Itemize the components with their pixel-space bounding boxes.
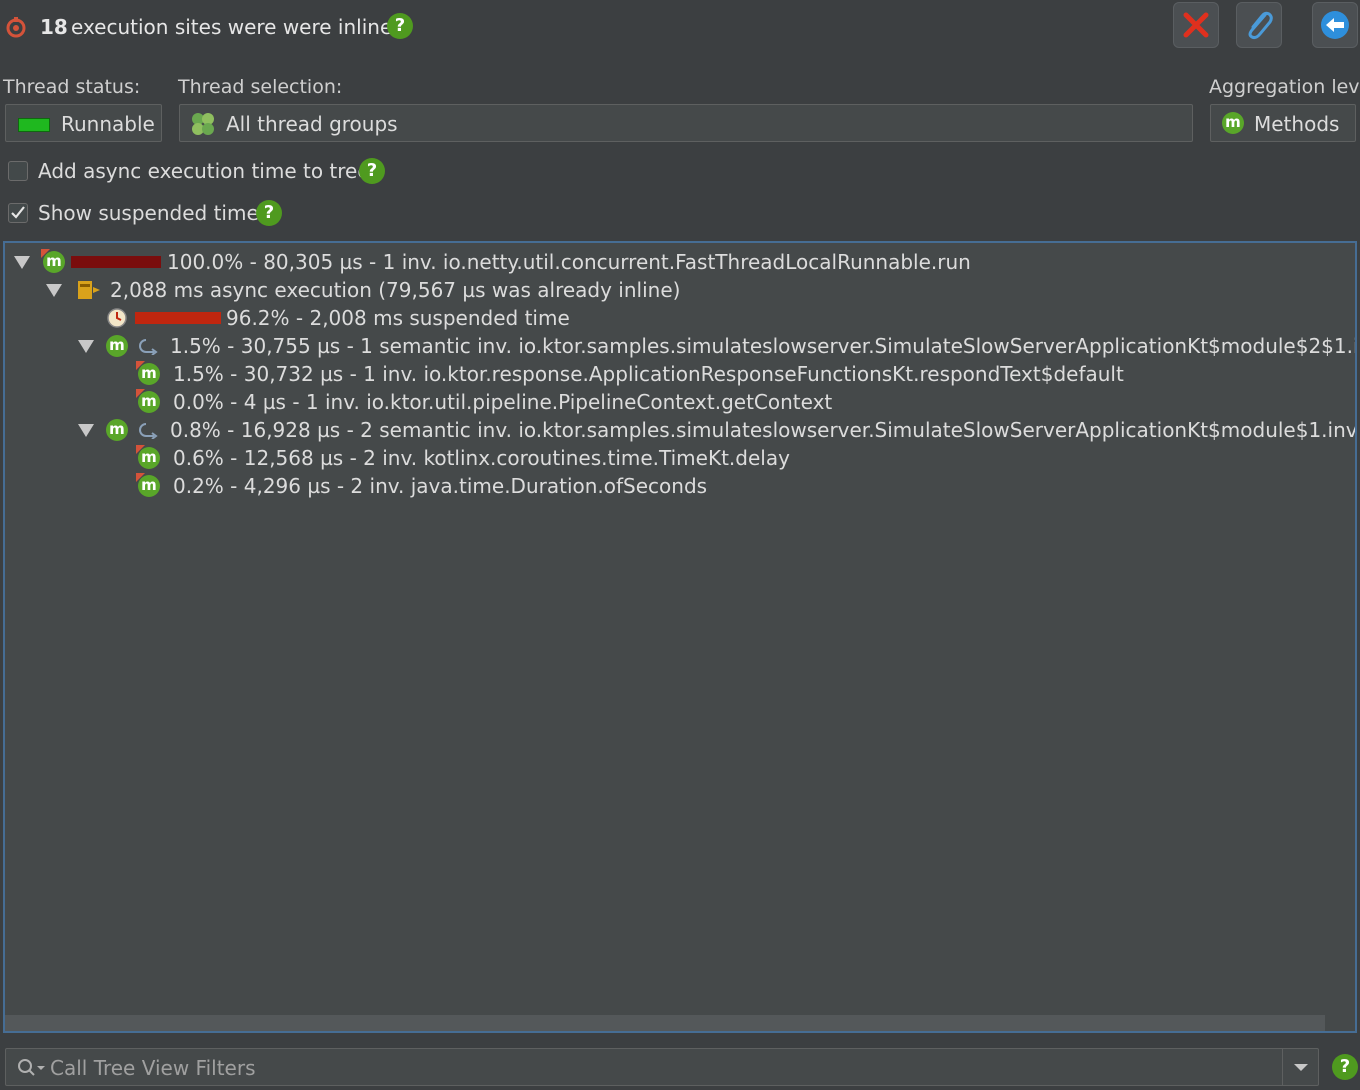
checkmark-icon <box>11 206 25 219</box>
percentage-bar <box>71 256 161 268</box>
runnable-status-icon <box>18 118 50 132</box>
aggregation-level-combo[interactable]: m Methods <box>1210 104 1356 142</box>
help-icon[interactable]: ? <box>387 13 413 39</box>
tree-row-label: 96.2% - 2,008 ms suspended time <box>226 306 570 330</box>
paperclip-icon <box>1248 11 1273 40</box>
back-arrow-icon <box>1321 11 1349 39</box>
percentage-bar <box>135 312 221 324</box>
tree-row-label: 1.5% - 30,732 µs - 1 inv. io.ktor.respon… <box>173 362 1124 386</box>
thread-status-combo[interactable]: Runnable <box>5 104 162 142</box>
method-icon: m <box>136 361 160 385</box>
tree-row-label: 0.0% - 4 µs - 1 inv. io.ktor.util.pipeli… <box>173 390 833 414</box>
tree-row-suspended[interactable]: 96.2% - 2,008 ms suspended time <box>5 304 1355 332</box>
tree-row-label: 2,088 ms async execution (79,567 µs was … <box>110 278 681 302</box>
filter-dropdown-button[interactable] <box>1282 1049 1319 1085</box>
semantic-call-icon <box>139 423 158 439</box>
inlined-message: execution sites were were inlined <box>71 15 405 39</box>
method-icon: m <box>136 473 160 497</box>
tree-row-label: 0.8% - 16,928 µs - 2 semantic inv. io.kt… <box>170 418 1357 442</box>
method-icon: m <box>1222 112 1244 134</box>
attach-button[interactable] <box>1236 2 1282 48</box>
expand-toggle-icon[interactable] <box>78 424 94 437</box>
async-checkbox-label[interactable]: Add async execution time to tree <box>38 159 370 183</box>
aggregation-level-label: Aggregation level: <box>1209 76 1360 98</box>
tree-row-method[interactable]: m 0.6% - 12,568 µs - 2 inv. kotlinx.coro… <box>5 444 1355 472</box>
thread-status-label: Thread status: <box>3 76 141 98</box>
expand-toggle-icon[interactable] <box>46 284 62 297</box>
hotspot-icon <box>5 16 27 38</box>
aggregation-level-value: Methods <box>1254 112 1340 136</box>
tree-row-label: 1.5% - 30,755 µs - 1 semantic inv. io.kt… <box>170 334 1357 358</box>
tree-row-root[interactable]: m 100.0% - 80,305 µs - 1 inv. io.netty.u… <box>5 248 1355 276</box>
call-tree[interactable]: m 100.0% - 80,305 µs - 1 inv. io.netty.u… <box>3 241 1357 1033</box>
back-button[interactable] <box>1312 2 1358 48</box>
search-input[interactable] <box>48 1053 1232 1083</box>
search-icon <box>18 1059 45 1076</box>
thread-selection-label: Thread selection: <box>178 76 343 98</box>
filter-help-icon[interactable]: ? <box>1332 1054 1358 1080</box>
expand-toggle-icon[interactable] <box>78 340 94 353</box>
inlined-count: 18 <box>40 15 68 39</box>
thread-selection-combo[interactable]: All thread groups <box>179 104 1193 142</box>
async-checkbox[interactable] <box>8 161 28 181</box>
horizontal-scrollbar[interactable] <box>5 1015 1325 1031</box>
method-icon: m <box>41 249 65 273</box>
async-help-icon[interactable]: ? <box>359 158 385 184</box>
thread-groups-icon <box>192 113 214 135</box>
tree-row-method[interactable]: m 0.2% - 4,296 µs - 2 inv. java.time.Dur… <box>5 472 1355 500</box>
method-icon: m <box>136 445 160 469</box>
tree-row-label: 0.2% - 4,296 µs - 2 inv. java.time.Durat… <box>173 474 708 498</box>
close-button[interactable] <box>1173 2 1219 48</box>
method-icon: m <box>106 419 128 441</box>
tree-row-label: 100.0% - 80,305 µs - 1 inv. io.netty.uti… <box>167 250 971 274</box>
close-icon <box>1183 12 1209 38</box>
tree-row-label: 0.6% - 12,568 µs - 2 inv. kotlinx.corout… <box>173 446 790 470</box>
suspended-checkbox-label[interactable]: Show suspended time <box>38 201 259 225</box>
tree-row-semantic[interactable]: m 1.5% - 30,755 µs - 1 semantic inv. io.… <box>5 332 1355 360</box>
call-tree-filter-field[interactable] <box>5 1048 1319 1086</box>
async-execution-icon <box>78 281 100 299</box>
suspended-help-icon[interactable]: ? <box>256 200 282 226</box>
method-icon: m <box>106 335 128 357</box>
tree-row-method[interactable]: m 0.0% - 4 µs - 1 inv. io.ktor.util.pipe… <box>5 388 1355 416</box>
tree-row-method[interactable]: m 1.5% - 30,732 µs - 1 inv. io.ktor.resp… <box>5 360 1355 388</box>
semantic-call-icon <box>139 339 158 355</box>
tree-row-semantic[interactable]: m 0.8% - 16,928 µs - 2 semantic inv. io.… <box>5 416 1355 444</box>
clock-icon <box>107 308 127 328</box>
thread-status-value: Runnable <box>61 112 155 136</box>
thread-selection-value: All thread groups <box>226 112 398 136</box>
method-icon: m <box>136 389 160 413</box>
chevron-down-icon <box>1294 1064 1308 1071</box>
tree-row-async[interactable]: 2,088 ms async execution (79,567 µs was … <box>5 276 1355 304</box>
expand-toggle-icon[interactable] <box>14 256 30 269</box>
suspended-checkbox[interactable] <box>8 203 28 223</box>
